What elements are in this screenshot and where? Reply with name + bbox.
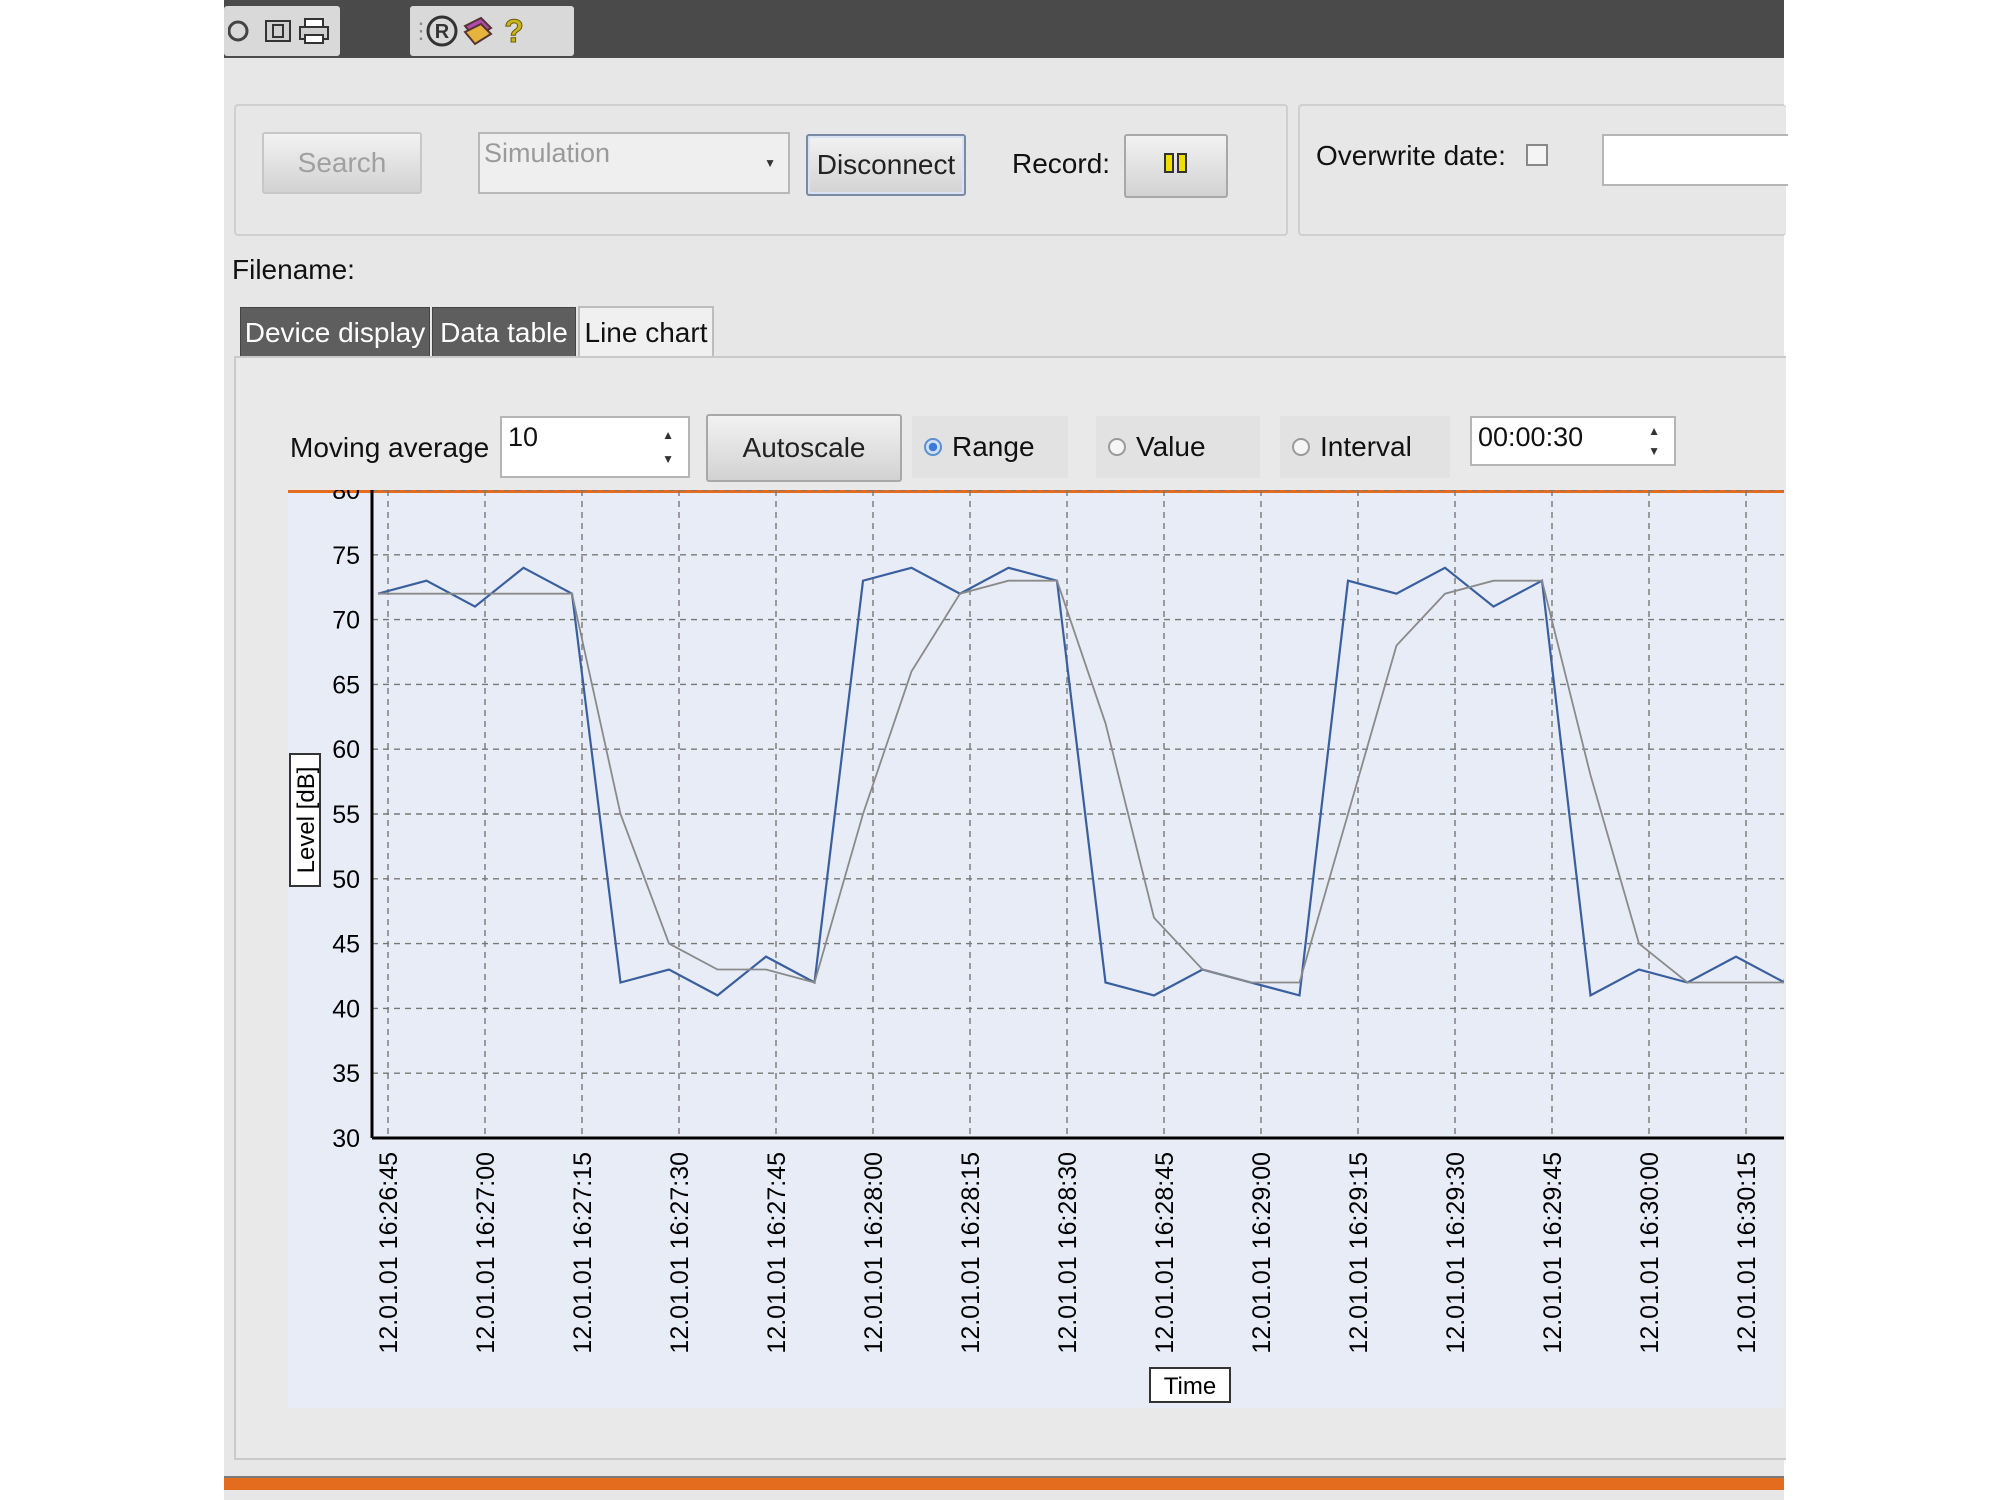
device-select[interactable]: Simulation ▼ [478,132,790,194]
y-tick-label: 65 [332,671,360,699]
date-field[interactable] [1602,134,1788,186]
top-toolbar: ⋮ R ? [224,0,1784,58]
y-axis-label-box: Level [dB] [289,753,321,887]
y-tick-label: 55 [332,801,360,829]
record-label: Record: [1012,148,1111,179]
x-axis-ticks: 12.01.01 16:26:45 12.01.01 16:27:00 12.01.… [375,1152,1761,1354]
interval-down-icon[interactable]: ▼ [1648,444,1660,458]
pause-icon [1162,150,1190,182]
y-tick-label: 45 [332,931,360,959]
x-tick-label: 12.01.01 16:28:15 [957,1152,985,1354]
stepper-down-icon[interactable]: ▼ [662,452,674,466]
overwrite-date-label: Overwrite date: [1316,140,1506,171]
x-tick-label: 12.01.01 16:29:30 [1442,1152,1470,1354]
x-tick-label: 12.01.01 16:30:15 [1733,1152,1761,1354]
toolbar-group-right: ⋮ R ? [410,6,574,56]
chevron-down-icon[interactable]: ▼ [764,156,776,170]
radio-value[interactable]: Value [1096,416,1260,478]
connection-panel: Search Simulation ▼ Disconnect Record: [234,104,1288,236]
y-tick-label: 35 [332,1060,360,1088]
x-tick-label: 12.01.01 16:29:15 [1345,1152,1373,1354]
tab-line-chart[interactable]: Line chart [578,306,714,358]
radio-range[interactable]: Range [912,416,1068,478]
radio-value-dot [1108,438,1126,456]
radio-interval-dot [1292,438,1310,456]
x-tick-label: 12.01.01 16:28:30 [1054,1152,1082,1354]
radio-range-label: Range [952,431,1035,462]
y-tick-label: 40 [332,995,360,1023]
disconnect-button[interactable]: Disconnect [806,134,966,196]
x-tick-label: 12.01.01 16:28:00 [860,1152,888,1354]
moving-average-label: Moving average [290,432,490,463]
manual-icon[interactable] [460,13,496,49]
y-tick-label: 75 [332,542,360,570]
x-tick-label: 12.01.01 16:30:00 [1636,1152,1664,1354]
x-tick-label: 12.01.01 16:29:45 [1539,1152,1567,1354]
y-axis-label: Level [dB] [293,767,320,874]
search-button[interactable]: Search [262,132,422,194]
help-icon[interactable]: ? [496,13,532,49]
radio-interval-label: Interval [1320,431,1412,462]
stepper-up-icon[interactable]: ▲ [662,428,674,442]
book-icon[interactable] [260,13,296,49]
tab-data-table[interactable]: Data table [432,307,576,357]
y-tick-label: 30 [332,1125,360,1153]
printer-icon[interactable] [296,13,332,49]
toolbar-grip[interactable]: ⋮ [410,18,432,44]
device-select-value: Simulation [484,138,611,168]
interval-up-icon[interactable]: ▲ [1648,424,1660,438]
x-tick-label: 12.01.01 16:28:45 [1151,1152,1179,1354]
x-tick-label: 12.01.01 16:27:30 [666,1152,694,1354]
svg-text:?: ? [504,14,524,48]
filename-label: Filename: [232,254,355,285]
record-pause-button[interactable] [1124,134,1228,198]
y-tick-label: 80 [332,490,360,505]
moving-average-value: 10 [508,422,539,452]
y-tick-label: 70 [332,607,360,635]
x-tick-label: 12.01.01 16:27:45 [763,1152,791,1354]
x-axis-label-box: Time [1149,1367,1231,1403]
y-tick-label: 60 [332,736,360,764]
toolbar-group-left [224,6,340,56]
x-tick-label: 12.01.01 16:29:00 [1248,1152,1276,1354]
app-icon[interactable] [224,13,260,49]
svg-text:R: R [435,21,450,43]
x-tick-label: 12.01.01 16:27:00 [472,1152,500,1354]
x-tick-label: 12.01.01 16:26:45 [375,1152,403,1354]
status-bar [224,1476,1784,1490]
line-chart[interactable]: 30 35 40 45 50 55 60 65 70 75 80 12.01.01 16:26:45… [288,490,1784,1408]
y-tick-label: 50 [332,866,360,894]
autoscale-button[interactable]: Autoscale [706,414,902,482]
interval-stepper[interactable]: 00:00:30 ▲ ▼ [1470,416,1676,466]
interval-value: 00:00:30 [1478,422,1584,452]
moving-average-stepper[interactable]: 10 ▲ ▼ [500,416,690,478]
radio-value-label: Value [1136,431,1206,462]
app-window: ⋮ R ? Search Simulation ▼ Disconnect Rec… [224,0,1788,1500]
radio-range-dot [924,438,942,456]
radio-interval[interactable]: Interval [1280,416,1450,478]
overwrite-date-checkbox[interactable] [1526,144,1548,166]
registered-icon[interactable]: R [424,13,460,49]
overwrite-panel: Overwrite date: [1298,104,1788,236]
x-axis-label: Time [1164,1373,1216,1400]
x-tick-label: 12.01.01 16:27:15 [569,1152,597,1354]
tab-device-display[interactable]: Device display [240,307,430,357]
